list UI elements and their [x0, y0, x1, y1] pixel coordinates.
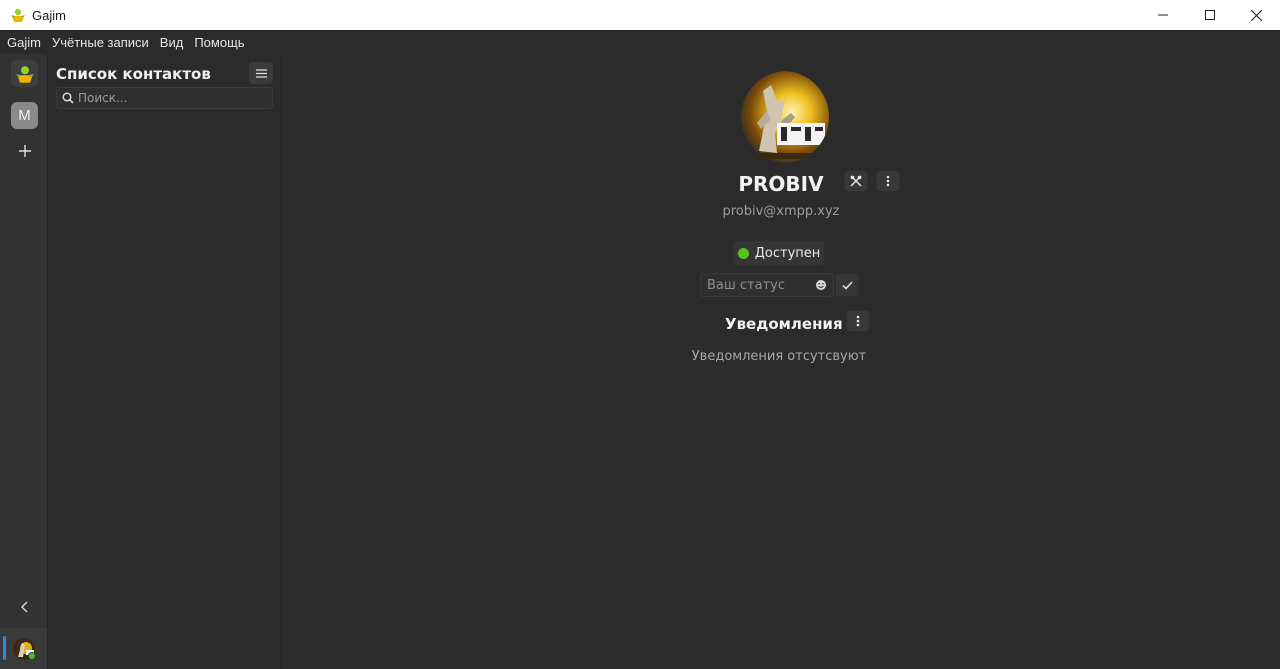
- menu-bar: Gajim Учётные записи Вид Помощь: [0, 30, 1280, 54]
- account-page: PROBIV probiv@xmpp.xyz Доступен Уведомле…: [282, 54, 1280, 669]
- collapse-sidebar-button[interactable]: [11, 593, 38, 620]
- chevron-left-icon: [20, 600, 28, 613]
- profile-name: PROBIV: [738, 172, 824, 196]
- status-label: Доступен: [754, 245, 821, 261]
- status-message-field[interactable]: [700, 273, 834, 297]
- notifications-menu-button[interactable]: [846, 310, 870, 332]
- profile-avatar-image: [737, 71, 829, 163]
- status-message-input[interactable]: [707, 277, 807, 293]
- notifications-heading: Уведомления: [725, 315, 843, 333]
- maximize-icon: [1204, 10, 1215, 20]
- workspace-rail: M: [0, 54, 48, 669]
- account-letter: M: [18, 107, 31, 124]
- menu-view[interactable]: Вид: [160, 35, 184, 50]
- emoji-icon[interactable]: [815, 279, 827, 291]
- online-status-dot: [28, 652, 36, 660]
- account-settings-button[interactable]: [844, 170, 868, 192]
- gajim-logo-icon: [11, 8, 25, 22]
- profile-avatar[interactable]: [737, 71, 829, 163]
- search-icon: [62, 92, 74, 104]
- account-more-button[interactable]: [876, 170, 900, 192]
- status-selector-button[interactable]: Доступен: [733, 240, 825, 266]
- check-icon: [841, 280, 853, 290]
- gajim-logo-icon: [15, 65, 34, 83]
- menu-accounts[interactable]: Учётные записи: [52, 35, 149, 50]
- online-status-icon: [737, 247, 749, 259]
- title-bar: Gajim: [0, 0, 1280, 30]
- notifications-empty-text: Уведомления отсутсвуют: [691, 349, 867, 364]
- close-icon: [1251, 9, 1262, 21]
- search-input[interactable]: [78, 91, 268, 105]
- minimize-button[interactable]: [1139, 0, 1186, 30]
- hamburger-icon: [255, 68, 267, 78]
- contact-list-menu-button[interactable]: [249, 62, 273, 84]
- apply-status-button[interactable]: [835, 273, 859, 297]
- profile-jid: probiv@xmpp.xyz: [722, 204, 840, 219]
- account-m-button[interactable]: M: [11, 102, 38, 129]
- contact-list-panel: Список контактов: [48, 54, 282, 669]
- menu-gajim[interactable]: Gajim: [7, 35, 41, 50]
- maximize-button[interactable]: [1186, 0, 1233, 30]
- contact-search[interactable]: [56, 87, 273, 109]
- add-workspace-button[interactable]: [11, 137, 38, 164]
- account-avatar-button[interactable]: [0, 628, 47, 669]
- vertical-dots-icon: [856, 315, 860, 327]
- close-window-button[interactable]: [1233, 0, 1280, 30]
- menu-help[interactable]: Помощь: [194, 35, 244, 50]
- selection-indicator: [3, 636, 6, 660]
- main-view-button[interactable]: [11, 60, 38, 87]
- contact-list-heading: Список контактов: [56, 65, 211, 83]
- tools-icon: [850, 175, 862, 187]
- vertical-dots-icon: [886, 175, 890, 187]
- window-title: Gajim: [32, 7, 66, 23]
- minimize-icon: [1157, 14, 1168, 16]
- plus-icon: [18, 144, 31, 157]
